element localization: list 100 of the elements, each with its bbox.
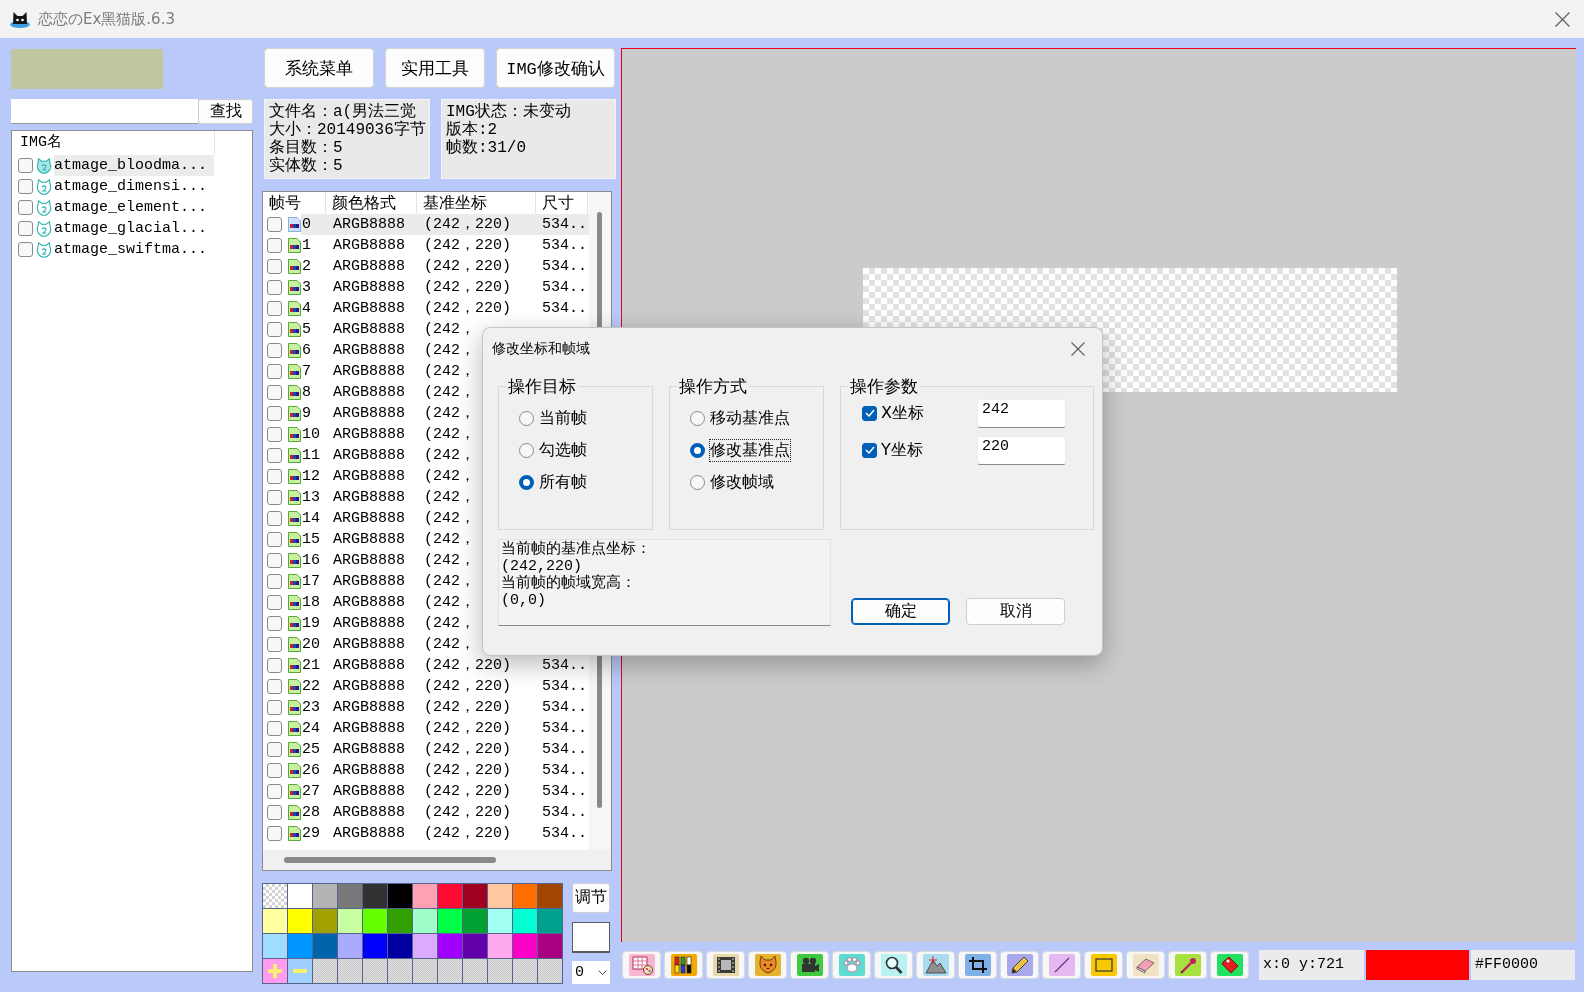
table-cell-text: 534.. [542, 719, 587, 739]
table-cell-text: ARGB8888 [333, 383, 405, 403]
table-cell-text: 534.. [542, 698, 587, 718]
info-text: 大小：20149036字节 [269, 121, 426, 139]
table-cell-text: ARGB8888 [333, 299, 405, 319]
table-cell-text: ARGB8888 [333, 257, 405, 277]
table-cell-text: ARGB8888 [333, 278, 405, 298]
table-cell-text: ARGB8888 [333, 236, 405, 256]
file-name: atmage_swiftma... [54, 240, 208, 260]
table-cell-text: 534.. [542, 299, 587, 319]
table-cell-text: (242， [424, 446, 475, 466]
table-cell-text: ARGB8888 [333, 824, 405, 844]
table-cell-text: ARGB8888 [333, 446, 405, 466]
table-cell-text: ARGB8888 [333, 404, 405, 424]
table-cell-text: 5 [302, 320, 311, 340]
info-text: 实体数：5 [269, 157, 343, 175]
table-cell-text: ARGB8888 [333, 803, 405, 823]
dialog-title: 修改坐标和帧域 [492, 340, 590, 358]
group-title: 操作参数 [849, 377, 919, 395]
table-cell-text: 534.. [542, 740, 587, 760]
table-cell-text: (242，220) [424, 698, 511, 718]
table-cell-text: 534.. [542, 761, 587, 781]
table-cell-text: 13 [302, 488, 320, 508]
info-text: 文件名：a(男法三觉 [269, 103, 417, 121]
table-cell-text: 3 [302, 278, 311, 298]
table-cell-text: 7 [302, 362, 311, 382]
table-cell-text: (242， [424, 341, 475, 361]
table-cell-text: (242， [424, 572, 475, 592]
table-cell-text: (242， [424, 530, 475, 550]
table-cell-text: (242，220) [424, 257, 511, 277]
table-cell-text: (242， [424, 509, 475, 529]
table-cell-text: 17 [302, 572, 320, 592]
table-cell-text: ARGB8888 [333, 572, 405, 592]
table-cell-text: ARGB8888 [333, 362, 405, 382]
table-cell-text: 534.. [542, 656, 587, 676]
info-text: 条目数：5 [269, 139, 343, 157]
table-cell-text: ARGB8888 [333, 698, 405, 718]
table-cell-text: (242， [424, 467, 475, 487]
table-cell-text: ARGB8888 [333, 341, 405, 361]
file-name: atmage_element... [54, 198, 208, 218]
table-cell-text: ARGB8888 [333, 509, 405, 529]
table-cell-text: (242，220) [424, 299, 511, 319]
table-cell-text: ARGB8888 [333, 593, 405, 613]
group-title: 操作目标 [507, 377, 577, 395]
info-text: (0,0) [501, 592, 546, 609]
table-cell-text: ARGB8888 [333, 551, 405, 571]
file-name: atmage_bloodma... [54, 156, 208, 176]
table-cell-text: ARGB8888 [333, 488, 405, 508]
table-cell-text: 27 [302, 782, 320, 802]
table-cell-text: ARGB8888 [333, 614, 405, 634]
table-cell-text: ARGB8888 [333, 467, 405, 487]
table-cell-text: (242， [424, 383, 475, 403]
table-cell-text: 534.. [542, 824, 587, 844]
table-cell-text: (242，220) [424, 719, 511, 739]
info-text: 版本:2 [446, 121, 498, 139]
table-cell-text: ARGB8888 [333, 320, 405, 340]
table-cell-text: 11 [302, 446, 320, 466]
table-cell-text: 534.. [542, 215, 587, 235]
column-header: IMG名 [12, 131, 215, 155]
table-cell-text: (242，220) [424, 761, 511, 781]
table-cell-text: 29 [302, 824, 320, 844]
table-cell-text: 534.. [542, 677, 587, 697]
table-cell-text: (242， [424, 593, 475, 613]
table-cell-text: ARGB8888 [333, 215, 405, 235]
table-cell-text: (242， [424, 488, 475, 508]
table-cell-text: ARGB8888 [333, 656, 405, 676]
table-cell-text: 534.. [542, 782, 587, 802]
table-cell-text: 22 [302, 677, 320, 697]
table-cell-text: 1 [302, 236, 311, 256]
table-cell-text: 19 [302, 614, 320, 634]
table-cell-text: 26 [302, 761, 320, 781]
table-cell-text: 18 [302, 593, 320, 613]
table-cell-text: (242， [424, 614, 475, 634]
table-cell-text: 12 [302, 467, 320, 487]
table-cell-text: 24 [302, 719, 320, 739]
info-text: 当前帧的帧域宽高： [501, 575, 636, 592]
table-cell-text: ARGB8888 [333, 719, 405, 739]
table-cell-text: 9 [302, 404, 311, 424]
table-cell-text: 534.. [542, 278, 587, 298]
table-cell-text: 534.. [542, 803, 587, 823]
table-cell-text: (242， [424, 362, 475, 382]
table-cell-text: 0 [302, 215, 311, 235]
table-cell-text: 20 [302, 635, 320, 655]
window-title: 恋恋のEx黑猫版.6.3 [38, 9, 175, 29]
table-cell-text: 23 [302, 698, 320, 718]
table-cell-text: (242， [424, 404, 475, 424]
cursor-position: x:0 y:721 [1259, 950, 1364, 980]
table-cell-text: ARGB8888 [333, 635, 405, 655]
table-cell-text: ARGB8888 [333, 677, 405, 697]
table-cell-text: 28 [302, 803, 320, 823]
table-cell-text: ARGB8888 [333, 530, 405, 550]
table-cell-text: ARGB8888 [333, 782, 405, 802]
info-text: IMG状态：未变动 [446, 103, 571, 121]
file-name: atmage_glacial... [54, 219, 208, 239]
table-cell-text: (242，220) [424, 740, 511, 760]
table-cell-text: (242， [424, 425, 475, 445]
table-cell-text: (242，220) [424, 803, 511, 823]
file-name: atmage_dimensi... [54, 177, 208, 197]
table-cell-text: (242， [424, 320, 475, 340]
table-cell-text: (242，220) [424, 278, 511, 298]
